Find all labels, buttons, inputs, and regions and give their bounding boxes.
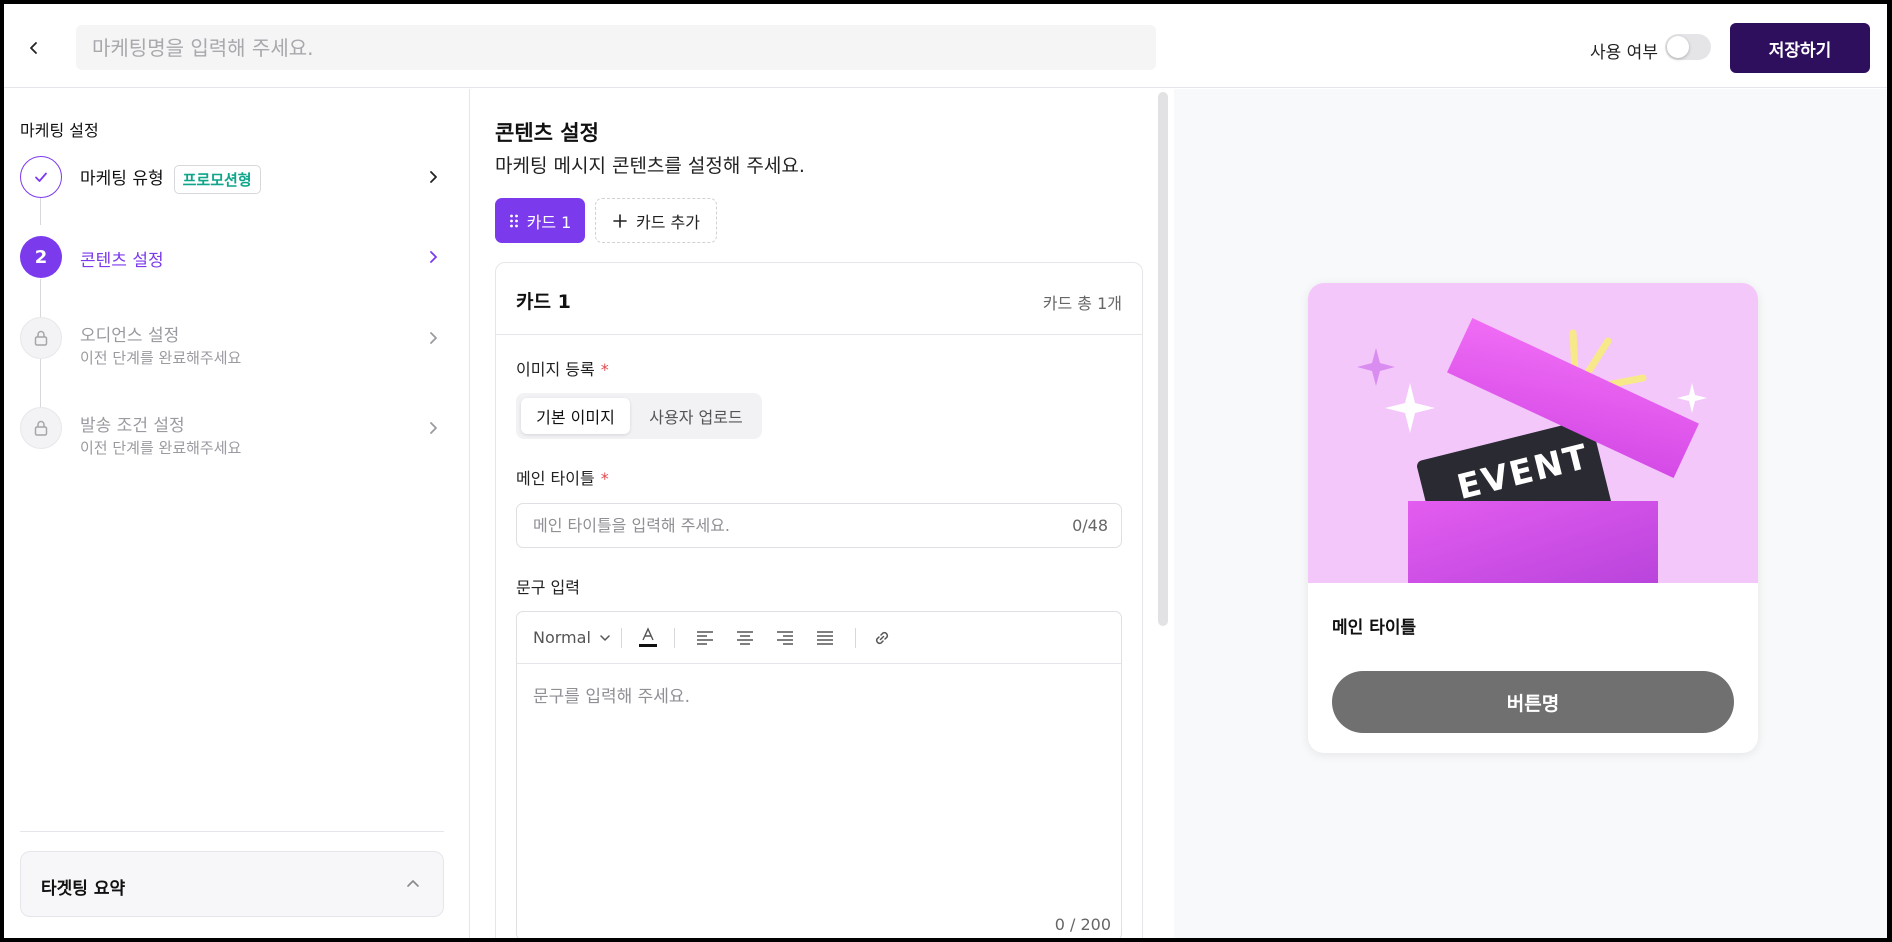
step-locked-circle <box>20 317 62 359</box>
editor-toolbar: Normal <box>517 612 1121 664</box>
card-editor: 카드 1 카드 총 1개 이미지 등록 * 기본 이미지 사용자 업로드 메인 타… <box>495 262 1143 938</box>
toolbar-separator <box>620 627 622 648</box>
chevron-right-icon <box>430 332 437 344</box>
text-area[interactable]: 문구를 입력해 주세요. <box>533 682 690 707</box>
toolbar-separator <box>673 627 675 648</box>
card-count: 카드 총 1개 <box>1042 294 1122 313</box>
sidebar: 마케팅 설정 마케팅 유형 프로모션형 2 콘텐츠 설정 오디언스 설정 이전 단… <box>4 89 470 938</box>
align-justify-button[interactable] <box>805 622 845 654</box>
format-select-value: Normal <box>533 628 591 647</box>
gift-box-illustration: EVENT <box>1357 317 1707 597</box>
event-image: EVENT <box>1308 283 1758 597</box>
back-button[interactable] <box>18 32 50 64</box>
image-source-toggle: 기본 이미지 사용자 업로드 <box>516 393 762 439</box>
use-toggle-label: 사용 여부 <box>1590 43 1658 63</box>
image-field-label: 이미지 등록 * <box>516 356 609 380</box>
chevron-right-icon <box>430 171 437 183</box>
app-window: 사용 여부 저장하기 마케팅 설정 마케팅 유형 프로모션형 2 콘텐츠 설정 <box>4 4 1887 938</box>
step-label: 발송 조건 설정 <box>80 416 185 436</box>
targeting-summary-label: 타겟팅 요약 <box>41 879 126 899</box>
step-sub: 이전 단계를 완료해주세요 <box>80 439 242 457</box>
targeting-summary[interactable]: 타겟팅 요약 <box>20 851 444 917</box>
preview-card: EVENT 메인 타이틀 버튼명 <box>1308 283 1758 753</box>
step-locked-circle <box>20 407 62 449</box>
main-title-input[interactable] <box>516 503 1122 548</box>
card-title: 카드 1 <box>516 291 571 313</box>
step-sub: 이전 단계를 완료해주세요 <box>80 349 242 367</box>
step-marketing-type[interactable]: 마케팅 유형 프로모션형 <box>20 156 450 216</box>
header: 사용 여부 저장하기 <box>4 4 1887 88</box>
preview-button[interactable]: 버튼명 <box>1332 671 1734 733</box>
step-audience-settings[interactable]: 오디언스 설정 이전 단계를 완료해주세요 <box>20 317 450 377</box>
step-label-text: 마케팅 유형 <box>80 169 164 189</box>
text-field-label: 문구 입력 <box>516 578 580 597</box>
check-icon <box>35 172 47 182</box>
align-justify-icon <box>816 630 833 645</box>
save-button[interactable]: 저장하기 <box>1730 23 1870 73</box>
align-left-icon <box>696 630 713 645</box>
required-mark: * <box>600 469 609 488</box>
section-title: 콘텐츠 설정 <box>495 121 599 145</box>
default-image-option[interactable]: 기본 이미지 <box>521 398 630 434</box>
chevron-right-icon <box>430 251 437 263</box>
chevron-down-icon <box>600 634 610 641</box>
align-right-button[interactable] <box>765 622 805 654</box>
link-icon <box>875 631 888 644</box>
align-left-button[interactable] <box>685 622 725 654</box>
required-mark: * <box>600 360 609 379</box>
main-title-field-label: 메인 타이틀 * <box>516 465 609 489</box>
lock-icon <box>34 420 48 436</box>
text-color-button[interactable] <box>632 622 664 654</box>
marketing-type-badge: 프로모션형 <box>173 164 261 194</box>
preview-title: 메인 타이틀 <box>1332 618 1417 638</box>
step-content-settings[interactable]: 2 콘텐츠 설정 <box>20 236 450 296</box>
chevron-left-icon <box>30 42 37 54</box>
main-title-label-text: 메인 타이틀 <box>516 469 595 488</box>
lock-icon <box>34 330 48 346</box>
step-label: 마케팅 유형 프로모션형 <box>80 164 261 194</box>
section-description: 마케팅 메시지 콘텐츠를 설정해 주세요. <box>495 155 805 177</box>
align-center-icon <box>736 630 753 645</box>
step-label: 오디언스 설정 <box>80 326 180 346</box>
align-right-icon <box>776 630 793 645</box>
card-header: 카드 1 카드 총 1개 <box>496 263 1142 335</box>
format-select[interactable]: Normal <box>533 622 611 654</box>
step-number-circle: 2 <box>20 236 62 278</box>
add-card-button[interactable]: 카드 추가 <box>595 198 717 243</box>
card-tab-label: 카드 1 <box>526 212 572 232</box>
rich-text-editor: Normal 문구를 입력해 주세요. 0 / 200 <box>516 611 1122 938</box>
sidebar-divider <box>20 831 444 832</box>
use-toggle[interactable] <box>1665 34 1711 60</box>
user-upload-option[interactable]: 사용자 업로드 <box>634 398 758 434</box>
image-label-text: 이미지 등록 <box>516 360 595 379</box>
marketing-name-input[interactable] <box>76 25 1156 70</box>
plus-icon <box>613 213 627 228</box>
card-tab-1[interactable]: 카드 1 <box>495 198 585 243</box>
align-center-button[interactable] <box>725 622 765 654</box>
step-send-conditions[interactable]: 발송 조건 설정 이전 단계를 완료해주세요 <box>20 407 450 467</box>
drag-handle-icon <box>509 214 518 227</box>
step-done-circle <box>20 156 62 198</box>
content-scrollbar[interactable] <box>1158 92 1168 626</box>
toolbar-separator <box>854 627 856 648</box>
content-settings-panel: 콘텐츠 설정 마케팅 메시지 콘텐츠를 설정해 주세요. 카드 1 카드 추가 … <box>471 89 1173 938</box>
text-color-icon <box>638 626 657 647</box>
chevron-right-icon <box>430 422 437 434</box>
step-label: 콘텐츠 설정 <box>80 251 164 271</box>
main-title-count: 0/48 <box>1072 516 1108 535</box>
sidebar-title: 마케팅 설정 <box>20 121 99 140</box>
add-card-label: 카드 추가 <box>636 212 700 232</box>
text-count: 0 / 200 <box>1054 915 1111 934</box>
preview-panel: EVENT 메인 타이틀 버튼명 <box>1174 89 1887 938</box>
link-button[interactable] <box>866 622 898 654</box>
chevron-up-icon <box>407 880 419 887</box>
toggle-knob <box>1667 36 1689 58</box>
